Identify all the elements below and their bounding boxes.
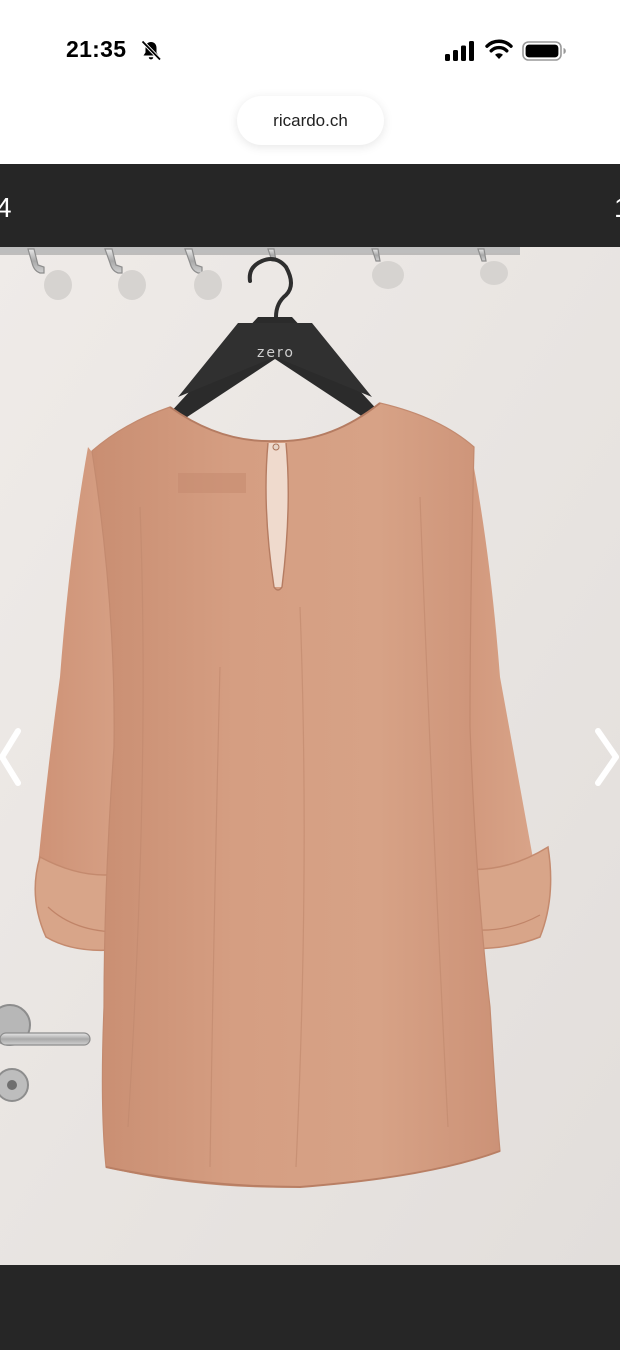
status-bar: 21:35 xyxy=(0,0,620,100)
status-time: 21:35 xyxy=(66,36,127,62)
signal-icon xyxy=(445,41,474,61)
dress-body xyxy=(91,402,501,1188)
photo-illustration: zero xyxy=(0,247,620,1265)
wifi-icon xyxy=(485,39,513,59)
gallery-bottom-bar xyxy=(0,1265,620,1350)
hanger-brand-text: zero xyxy=(257,345,295,361)
chevron-right-icon[interactable] xyxy=(590,725,620,789)
url-text: ricardo.ch xyxy=(273,110,348,130)
gallery-top-bar xyxy=(0,164,620,247)
gallery-counter-total: 1 xyxy=(614,192,620,224)
battery-icon xyxy=(522,41,566,61)
gallery-counter-current: 4 xyxy=(0,192,12,223)
product-photo[interactable]: zero xyxy=(0,247,620,1265)
bell-slash-icon xyxy=(141,40,162,61)
chevron-left-icon[interactable] xyxy=(0,725,30,789)
url-bar[interactable]: ricardo.ch xyxy=(237,96,384,145)
